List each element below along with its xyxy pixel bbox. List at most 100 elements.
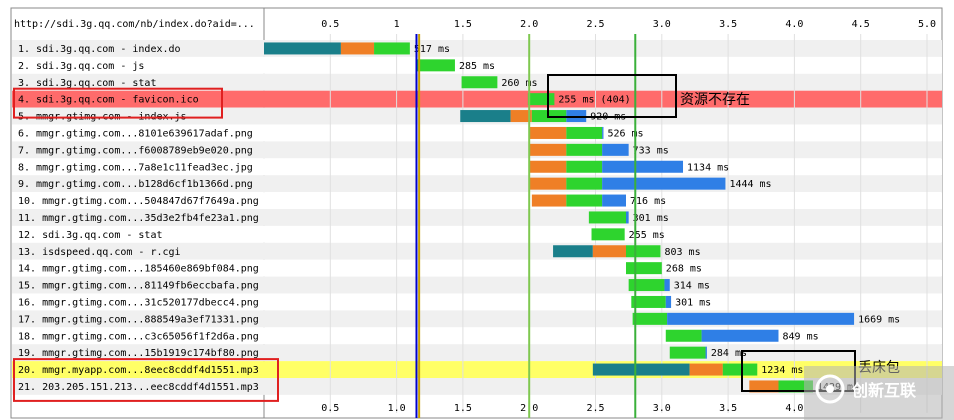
row-label: 7. mmgr.gtimg.com...f6008789eb9e020.png xyxy=(18,145,253,156)
time-label: 1444 ms xyxy=(729,179,771,190)
row-label: 13. isdspeed.qq.com - r.cgi xyxy=(18,247,181,258)
tick-label: 1.5 xyxy=(454,403,472,414)
tick-label: 3.0 xyxy=(653,19,671,30)
row-label: 8. mmgr.gtimg.com...7a8e1c11fead3ec.jpg xyxy=(18,162,253,173)
bar-ttfb xyxy=(566,177,603,190)
row-label: 21. 203.205.151.213...eec8cddf4d1551.mp3 xyxy=(18,382,259,393)
row-label: 11. mmgr.gtimg.com...35d3e2fb4fe23a1.png xyxy=(18,213,259,224)
bar-ttfb xyxy=(625,245,661,258)
tick-label: 4.5 xyxy=(852,19,870,30)
tick-label: 0.5 xyxy=(321,403,339,414)
bar-ttfb xyxy=(416,59,455,72)
row-label: 16. mmgr.gtimg.com...31c520177dbecc4.png xyxy=(18,298,259,309)
row-label: 4. sdi.3g.qq.com - favicon.ico xyxy=(18,95,199,106)
row-label: 17. mmgr.gtimg.com...888549a3ef71331.png xyxy=(18,314,259,325)
row-label: 2. sdi.3g.qq.com - js xyxy=(18,61,144,72)
bar-ttfb xyxy=(631,295,666,308)
bar-connect xyxy=(529,126,567,139)
bar-ttfb xyxy=(566,194,603,207)
watermark: 创新互联 xyxy=(804,366,954,420)
bar-download xyxy=(705,346,707,359)
bar-download xyxy=(625,211,629,224)
watermark-text: 创新互联 xyxy=(851,381,916,400)
bar-connect xyxy=(531,194,567,207)
row-label: 20. mmgr.myapp.com...8eec8cddf4d1551.mp3 xyxy=(18,365,259,376)
bar-ttfb xyxy=(374,42,410,55)
row-label: 9. mmgr.gtimg.com...b128d6cf1b1366d.png xyxy=(18,179,253,190)
bar-dns xyxy=(264,42,341,55)
bar-download xyxy=(602,160,684,173)
time-label: 1669 ms xyxy=(858,314,900,325)
time-label: 301 ms xyxy=(675,298,711,309)
tick-label: 3.0 xyxy=(653,403,671,414)
time-label: 255 ms xyxy=(629,230,665,241)
bar-ttfb xyxy=(588,211,626,224)
bar-connect xyxy=(592,245,626,258)
bar-connect xyxy=(529,143,567,156)
tick-label: 5.0 xyxy=(918,19,936,30)
bar-connect xyxy=(529,177,567,190)
bar-ttfb xyxy=(628,279,665,292)
time-label: 1134 ms xyxy=(687,162,729,173)
row-label: 18. mmgr.gtimg.com...c3c65056f1f2d6a.png xyxy=(18,331,259,342)
bar-connect xyxy=(529,160,567,173)
bar-ttfb xyxy=(566,160,603,173)
bar-download xyxy=(664,279,670,292)
annotation-text: 资源不存在 xyxy=(680,92,750,108)
row-label: 10. mmgr.gtimg.com...504847d67f7649a.png xyxy=(18,196,259,207)
time-label: 1234 ms xyxy=(761,365,803,376)
tick-label: 2.5 xyxy=(586,19,604,30)
time-label: 849 ms xyxy=(782,331,818,342)
time-label: 285 ms xyxy=(459,61,495,72)
tick-label: 1 xyxy=(394,19,400,30)
row-label: 6. mmgr.gtimg.com...8101e639617adaf.png xyxy=(18,129,253,140)
page-url-label: http://sdi.3g.qq.com/nb/index.do?aid=... xyxy=(14,19,255,30)
bar-download xyxy=(602,143,629,156)
bar-download xyxy=(667,312,855,325)
tick-label: 3.5 xyxy=(719,403,737,414)
row-label: 3. sdi.3g.qq.com - stat xyxy=(18,78,156,89)
time-label: 301 ms xyxy=(633,213,669,224)
bar-ttfb xyxy=(566,143,603,156)
top-axis-ticks: 0.5 1 1.5 2.0 2.5 3.0 3.5 4.0 4.5 5.0 xyxy=(321,19,936,30)
tick-label: 1.5 xyxy=(454,19,472,30)
time-label: 733 ms xyxy=(633,145,669,156)
bar-download xyxy=(602,177,726,190)
row-label: 19. mmgr.gtimg.com...15b1919c174bf80.png xyxy=(18,348,259,359)
bottom-axis-ticks: 0.51.01.52.02.53.03.54.0 xyxy=(321,403,803,414)
tick-label: 0.5 xyxy=(321,19,339,30)
tick-label: 4.0 xyxy=(785,403,803,414)
bar-ttfb xyxy=(625,262,662,275)
bar-ttfb xyxy=(632,312,668,325)
bar-download xyxy=(602,126,604,139)
bar-connect xyxy=(340,42,375,55)
time-label: 803 ms xyxy=(664,247,700,258)
tick-label: 1.0 xyxy=(388,403,406,414)
tick-label: 2.0 xyxy=(520,19,538,30)
tick-label: 2.5 xyxy=(586,403,604,414)
row-label: 12. sdi.3g.qq.com - stat xyxy=(18,230,163,241)
bar-download xyxy=(602,194,626,207)
row-label: 14. mmgr.gtimg.com...185460e869bf084.png xyxy=(18,264,259,275)
time-label: 526 ms xyxy=(607,129,643,140)
bar-dns xyxy=(592,363,690,376)
watermark-logo-dot xyxy=(826,385,834,393)
waterfall-chart: 517 ms285 ms260 ms255 ms (404)920 ms526 … xyxy=(10,7,954,420)
bar-download xyxy=(665,295,672,308)
time-label: 255 ms (404) xyxy=(558,95,630,106)
bar-ttfb xyxy=(665,329,702,342)
bar-ttfb xyxy=(669,346,706,359)
row-label: 15. mmgr.gtimg.com...81149fb6eccbafa.png xyxy=(18,281,259,292)
bar-dns xyxy=(553,245,593,258)
bar-dns xyxy=(460,110,511,123)
time-label: 314 ms xyxy=(674,281,710,292)
tick-label: 4.0 xyxy=(785,19,803,30)
bar-ttfb xyxy=(461,76,498,89)
time-label: 260 ms xyxy=(501,78,537,89)
bar-connect xyxy=(689,363,723,376)
bar-ttfb xyxy=(591,228,625,241)
time-label: 268 ms xyxy=(666,264,702,275)
bar-ttfb xyxy=(527,93,555,106)
bar-ttfb xyxy=(722,363,758,376)
bar-download xyxy=(701,329,779,342)
